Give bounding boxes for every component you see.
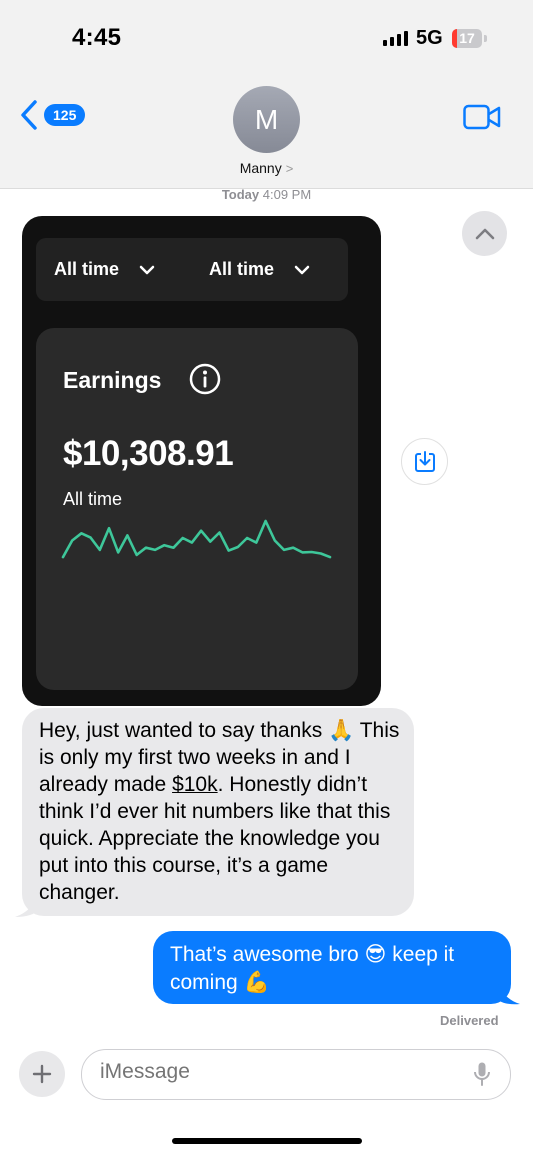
home-indicator[interactable]	[172, 1138, 362, 1144]
range-label: All time	[63, 489, 123, 509]
outgoing-message-text: That’s awesome bro 😎 keep it coming 💪	[170, 943, 455, 994]
chevron-down-icon	[139, 265, 155, 274]
microphone-icon	[474, 1062, 490, 1086]
earnings-label: Earnings	[63, 367, 162, 393]
chevron-left-icon	[21, 100, 37, 130]
message-input[interactable]	[100, 1060, 460, 1084]
earnings-sparkline	[61, 519, 332, 559]
earnings-value: $10,308.91	[63, 434, 234, 473]
timestamp-time: 4:09 PM	[262, 187, 312, 202]
unread-count-badge: 125	[44, 104, 86, 126]
incoming-message-text: Hey, just wanted to say thanks 🙏 This is…	[39, 717, 404, 906]
filter-dropdown-2: All time	[209, 238, 310, 301]
save-attachment-button[interactable]	[401, 438, 448, 485]
incoming-bubble-tail	[15, 890, 39, 917]
apps-plus-button[interactable]	[19, 1051, 65, 1097]
battery-percent: 17	[459, 30, 475, 46]
signal-icon	[383, 31, 408, 46]
chevron-up-icon	[475, 228, 494, 239]
delivery-status: Delivered	[440, 1013, 499, 1028]
money-detected-link[interactable]: $10k	[172, 773, 218, 796]
status-time: 4:45	[72, 24, 122, 51]
collapse-button[interactable]	[462, 211, 507, 256]
network-type: 5G	[416, 27, 443, 49]
contact-name-button[interactable]: Manny >	[200, 160, 333, 176]
facetime-video-button[interactable]	[463, 104, 501, 135]
filter-label-2: All time	[209, 259, 275, 279]
contact-name: Manny	[239, 160, 282, 176]
timestamp-day: Today	[221, 187, 260, 202]
avatar[interactable]: M	[233, 86, 300, 153]
info-icon	[188, 362, 222, 401]
filter-label-1: All time	[54, 259, 120, 279]
video-camera-icon	[463, 104, 501, 130]
download-icon	[414, 450, 435, 472]
battery-icon: 17	[452, 29, 482, 48]
back-button[interactable]: 125	[20, 100, 86, 130]
message-timestamp: Today 4:09 PM	[0, 187, 533, 202]
dictation-button[interactable]	[472, 1061, 492, 1092]
sparkline-line	[61, 519, 332, 559]
chevron-down-icon	[294, 265, 310, 274]
filter-bar: All time All time	[36, 238, 348, 301]
plus-icon	[32, 1064, 52, 1084]
filter-dropdown-1: All time	[54, 238, 155, 301]
chevron-right-icon: >	[285, 161, 294, 176]
battery-tip	[484, 35, 487, 42]
